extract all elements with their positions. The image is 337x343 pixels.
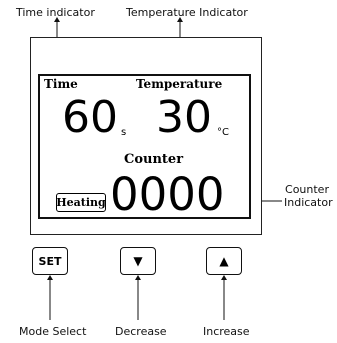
temperature-unit: °C: [217, 127, 229, 138]
increase-button[interactable]: ▲: [206, 247, 242, 275]
counter-label: Counter: [124, 152, 184, 167]
triangle-up-icon: ▲: [219, 254, 229, 268]
decrease-button[interactable]: ▼: [120, 247, 156, 275]
temperature-value: 30: [156, 92, 212, 143]
controller-diagram: Time indicator Temperature Indicator Cou…: [0, 0, 337, 343]
counter-indicator-line2: Indicator: [284, 196, 333, 209]
decrease-annotation: Decrease: [115, 325, 167, 338]
time-unit: s: [121, 127, 127, 138]
triangle-down-icon: ▼: [133, 254, 143, 268]
increase-annotation: Increase: [203, 325, 250, 338]
counter-indicator-line1: Counter: [285, 183, 329, 196]
heating-status-badge: Heating: [56, 193, 106, 212]
counter-indicator-annotation: Counter Indicator: [284, 183, 333, 209]
temperature-indicator-annotation: Temperature Indicator: [126, 6, 248, 19]
time-value: 60: [62, 92, 118, 143]
mode-select-annotation: Mode Select: [19, 325, 87, 338]
time-label: Time: [44, 77, 78, 91]
counter-value: 0000: [110, 168, 225, 221]
set-button[interactable]: SET: [32, 247, 68, 275]
time-indicator-annotation: Time indicator: [16, 6, 95, 19]
set-button-label: SET: [38, 254, 62, 268]
temperature-label: Temperature: [136, 77, 223, 91]
